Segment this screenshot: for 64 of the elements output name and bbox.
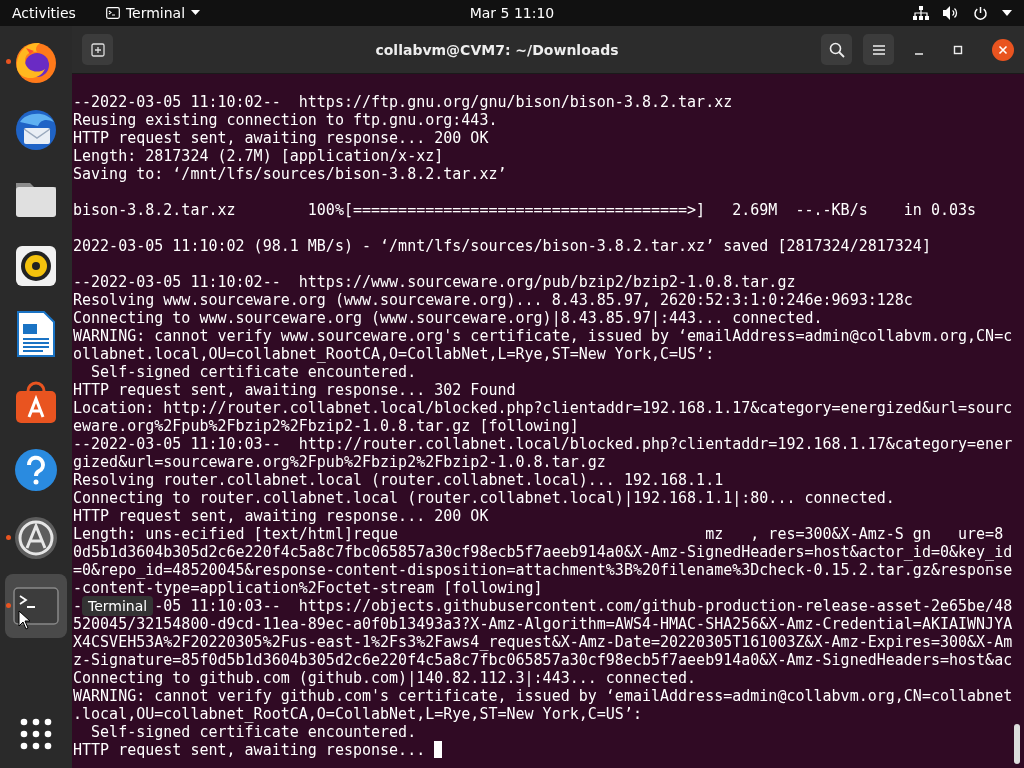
terminal-line: z-Signature=85f0d5b1d3604b305d2c6e220f4c5a8c7fbc065857a30cf98ecb5f7aeeb914a0&X-Amz-SignedHeaders=host&ac [73,651,1014,669]
terminal-line: ollabnet.local,OU=collabnet_RootCA,O=CollabNet,L=Rye,ST=New York,C=US’: [73,345,716,363]
plus-icon [90,42,105,57]
terminal-line: gized&url=sourceware.org%2Fpub%2Fbzip2%2Fbzip2-1.0.8.tar.gz [73,453,607,471]
document-icon [16,310,56,358]
terminal-line: -content-type=application%2Foctet-stream [following] [73,579,544,597]
terminal-line: eware.org%2Fpub%2Fbzip2%2Fbzip2-1.0.8.tar.gz [following] [73,417,580,435]
dock-item[interactable] [5,574,67,638]
help-icon [13,447,59,493]
terminal-icon [105,7,120,19]
terminal-line: bison-3.8.2.tar.xz 100%[=====================================>] 2.69M --.-KB/s in 0.03s [73,201,978,219]
maximize-icon[interactable] [953,44,963,55]
caret-icon [191,10,201,16]
terminal-line: WARNING: cannot verify www.sourceware.org's certificate, issued by ‘emailAddress=admin@collabvm.org,CN=c [73,327,1014,345]
terminal-line: Location: http://router.collabnet.local/blocked.php?clientaddr=192.168.1.17&category=energized&url=sourc [73,399,1014,417]
terminal-line: X4CSVEH53A%2F20220305%2Fus-east-1%2Fs3%2Faws4_request&X-Amz-Date=20220305T161003Z&X-Amz-Expires=300&X-Am [73,633,1014,651]
circle-letter-icon [13,515,59,561]
search-button[interactable] [821,34,852,65]
terminal-line: Self-signed certificate encountered. [90,723,418,741]
terminal-line-fragment: -05 11:10:03-- https://objects.githubusercontent.com/github-production-release-asset-2e65be/48 [154,597,1013,615]
terminal-line: HTTP request sent, awaiting response... [73,741,1024,759]
close-icon[interactable] [992,38,1014,61]
terminal-line: Connecting to github.com (github.com)|140.82.112.3|:443... connected. [73,669,698,687]
terminal-icon [13,587,59,625]
scrollbar-thumb[interactable] [1014,724,1020,764]
terminal-line: Resolving www.sourceware.org (www.sourceware.org)... 8.43.85.97, 2620:52:3:1:0:246e:9693:128c [73,291,914,309]
caret-icon[interactable] [1002,10,1012,16]
mouse-pointer-icon [18,610,30,630]
network-icon[interactable] [913,6,929,20]
window-title: collabvm@CVM7: ~/Downloads [374,41,620,58]
terminal-line: --2022-03-05 11:10:03-- http://router.collabnet.local/blocked.php?clientaddr=192.168.1.17&category=ener [73,435,1014,453]
app-menu[interactable]: Terminal [105,5,201,21]
terminal-line: 520045/32154800-d9cd-11ea-89ec-a0f0b13493a3?X-Amz-Algorithm=AWS4-HMAC-SHA256&X-Amz-Credential=AKIAIWNJYA [73,615,1014,633]
terminal-line: HTTP request sent, awaiting response... 200 OK [73,129,490,147]
terminal-line: HTTP request sent, awaiting response... 200 OK [73,507,490,525]
power-icon[interactable] [973,5,988,21]
terminal-line: --2022-03-05 11:10:02-- https://www.sourceware.org/pub/bzip2/bzip2-1.0.8.tar.gz [73,273,797,291]
terminal-line: WARNING: cannot verify github.com's certificate, issued by ‘emailAddress=admin@collabvm.org,CN=collabnet [73,687,1014,705]
terminal-line-fragment: - [73,597,83,615]
terminal-line: Reusing existing connection to ftp.gnu.org:443. [73,111,499,129]
search-icon [828,41,845,58]
terminal-line: 0d5b1d3604b305d2c6e220f4c5a8c7fbc065857a30cf98ecb5f7aeeb914a0&X-Amz-SignedHeaders=host&actor_id=0&key_id [73,543,1014,561]
terminal-line: Length: 2817324 (2.7M) [application/x-xz] [73,147,445,165]
new-tab-button[interactable] [82,34,113,65]
terminal-line: Resolving router.collabnet.local (router.collabnet.local)... 192.168.1.1 [73,471,725,489]
terminal-line: Self-signed certificate encountered. [90,363,418,381]
menu-icon [871,43,886,56]
terminal-line: Connecting to router.collabnet.local (router.collabnet.local)|192.168.1.1|:80... connected. [73,489,896,507]
terminal-line: --2022-03-05 11:10:02-- https://ftp.gnu.org/gnu/bison/bison-3.8.2.tar.xz [73,93,734,111]
terminal-line: Connecting to www.sourceware.org (www.sourceware.org)|8.43.85.97|:443... connected. [73,309,824,327]
app-grid-icon[interactable] [20,718,52,750]
terminal-line: =0&repo_id=48520045&response-content-disposition=attachment%3B%20filename%3Dcheck-0.15.2.tar.gz&response [73,561,1014,579]
terminal-line: .local,OU=collabnet_RootCA,O=CollabNet,L=Rye,ST=New York,C=US’: [73,705,643,723]
activities-button[interactable]: Activities [12,5,76,21]
menu-button[interactable] [863,34,894,65]
terminal-line: HTTP request sent, awaiting response... 302 Found [73,381,517,399]
tooltip: Terminal [82,596,154,616]
clock[interactable]: Mar 5 11:10 [469,5,555,21]
volume-icon[interactable] [943,6,959,20]
terminal-line: Saving to: ‘/mnt/lfs/sources/bison-3.8.2.tar.xz’ [73,165,508,183]
terminal-line: 2022-03-05 11:10:02 (98.1 MB/s) - ‘/mnt/lfs/sources/bison-3.8.2.tar.xz’ saved [2817324/2817324] [73,237,932,255]
terminal-line: Length: uns-ecified [text/html]reque mz , res=300&X-Amz-S gn ure=8 [73,525,1005,543]
shopping-bag-icon [13,379,59,425]
speaker-icon [14,244,58,288]
